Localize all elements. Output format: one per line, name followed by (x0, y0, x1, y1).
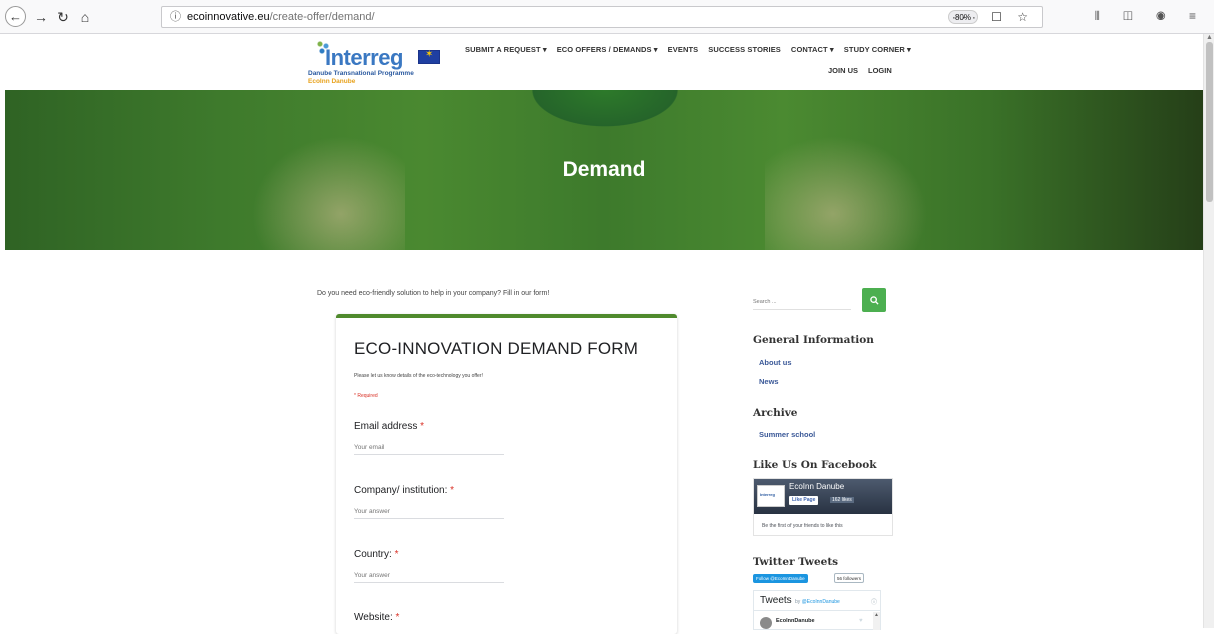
home-icon[interactable]: ⌂ (74, 6, 96, 28)
required-note: * Required (354, 393, 378, 399)
scrollbar-thumb[interactable] (1206, 42, 1213, 202)
url-path: /create-offer/demand/ (269, 11, 375, 23)
hero-banner: Demand (5, 90, 1203, 250)
company-input[interactable] (354, 505, 504, 519)
logo-word: Interreg (325, 45, 403, 70)
twitter-follow-button[interactable]: Follow @EcoInnDanube (753, 574, 808, 583)
facebook-widget[interactable]: EcoInn Danube Like Page 162 likes Be the… (753, 478, 893, 536)
scroll-up-icon[interactable]: ▲ (1206, 34, 1213, 41)
interreg-logo[interactable]: Interreg Danube Transnational Programme … (305, 38, 445, 88)
required-star: * (395, 612, 400, 623)
email-label: Email address (354, 421, 418, 432)
sub-nav: JOIN US LOGIN (828, 66, 892, 75)
url-domain: ecoinnovative.eu (187, 11, 270, 23)
nav-events[interactable]: EVENTS (668, 45, 699, 54)
logo-project: EcoInn Danube (308, 78, 356, 85)
logo-subtitle: Danube Transnational Programme (308, 70, 414, 77)
facebook-heading: Like Us On Facebook (753, 459, 877, 471)
page-title: Demand (562, 158, 646, 181)
tweets-label: Tweets (760, 595, 792, 606)
toolbar-icons[interactable]: ⫴ ◫ ◉ ≡ (1095, 9, 1206, 24)
country-label: Country: (354, 549, 392, 560)
facebook-cover: EcoInn Danube Like Page 162 likes (754, 479, 892, 514)
facebook-footer: Be the first of your friends to like thi… (762, 523, 843, 529)
tweets-by: by @EcoInnDanube (795, 599, 840, 605)
twitter-follower-count[interactable]: 56 followers (834, 573, 865, 583)
facebook-like-button[interactable]: Like Page (789, 496, 819, 505)
link-summer-school[interactable]: Summer school (759, 430, 815, 439)
nav-join-us[interactable]: JOIN US (828, 66, 858, 75)
nav-study-corner[interactable]: STUDY CORNER ▾ (844, 45, 911, 54)
company-label: Company/ institution: (354, 485, 448, 496)
nav-submit-request[interactable]: SUBMIT A REQUEST ▾ (465, 45, 547, 54)
forward-icon[interactable]: → (30, 6, 52, 28)
form-description: Please let us know details of the eco-te… (354, 373, 483, 379)
email-field: Email address * (354, 421, 504, 455)
nav-contact[interactable]: CONTACT ▾ (791, 45, 834, 54)
reload-icon[interactable]: ↻ (52, 6, 74, 28)
required-star: * (450, 485, 455, 496)
website-field: Website: * (354, 612, 399, 623)
search-button[interactable] (862, 288, 886, 312)
site-header: Interreg Danube Transnational Programme … (0, 34, 1203, 90)
info-icon[interactable]: ⓘ (170, 11, 181, 23)
intro-text: Do you need eco-friendly solution to hel… (317, 290, 550, 297)
tweet-user[interactable]: EcoInnDanube (776, 618, 815, 624)
required-star: * (420, 421, 425, 432)
country-field: Country: * (354, 549, 504, 583)
company-field: Company/ institution: * (354, 485, 504, 519)
link-news[interactable]: News (759, 377, 779, 386)
facebook-page-avatar (757, 485, 785, 507)
main-nav: SUBMIT A REQUEST ▾ ECO OFFERS / DEMANDS … (465, 45, 911, 54)
twitter-timeline[interactable]: Tweets by @EcoInnDanube ⓘ EcoInnDanube ♥… (753, 590, 881, 630)
hero-hand-right (765, 130, 935, 250)
search-icon (869, 295, 879, 305)
nav-eco-offers-demands[interactable]: ECO OFFERS / DEMANDS ▾ (557, 45, 658, 54)
eu-flag-icon (418, 49, 440, 64)
page-scrollbar[interactable]: ▲ (1203, 34, 1214, 628)
country-input[interactable] (354, 569, 504, 583)
form-title: ECO-INNOVATION DEMAND FORM (354, 339, 639, 358)
page-actions-icons[interactable]: ··· ☐ ☆ (952, 7, 1034, 27)
back-icon[interactable]: ← (5, 6, 26, 27)
link-about-us[interactable]: About us (759, 358, 792, 367)
address-bar[interactable]: ⓘ ecoinnovative.eu/create-offer/demand/ 8… (161, 6, 1043, 28)
archive-heading: Archive (753, 407, 798, 419)
hero-hand-left (245, 130, 405, 250)
twitter-heading: Twitter Tweets (753, 556, 839, 568)
tweets-by-prefix: by (795, 599, 801, 605)
nav-login[interactable]: LOGIN (868, 66, 892, 75)
facebook-page-name[interactable]: EcoInn Danube (789, 482, 844, 491)
timeline-scrollbar[interactable]: ▲ (873, 612, 880, 630)
info-icon[interactable]: ⓘ (871, 597, 877, 606)
required-star: * (394, 549, 399, 560)
nav-success-stories[interactable]: SUCCESS STORIES (708, 45, 781, 54)
email-input[interactable] (354, 441, 504, 455)
website-label: Website: (354, 612, 393, 623)
divider (754, 610, 880, 611)
general-info-heading: General Information (753, 334, 874, 346)
search-input[interactable] (753, 294, 851, 310)
browser-toolbar: ← → ↻ ⌂ ⓘ ecoinnovative.eu/create-offer/d… (0, 0, 1214, 34)
tweets-by-handle[interactable]: @EcoInnDanube (802, 599, 840, 605)
facebook-like-count: 162 likes (830, 497, 854, 503)
demand-form: ECO-INNOVATION DEMAND FORM Please let us… (336, 314, 677, 634)
twitter-bird-icon: ♥ (859, 618, 863, 624)
avatar[interactable] (760, 617, 772, 629)
